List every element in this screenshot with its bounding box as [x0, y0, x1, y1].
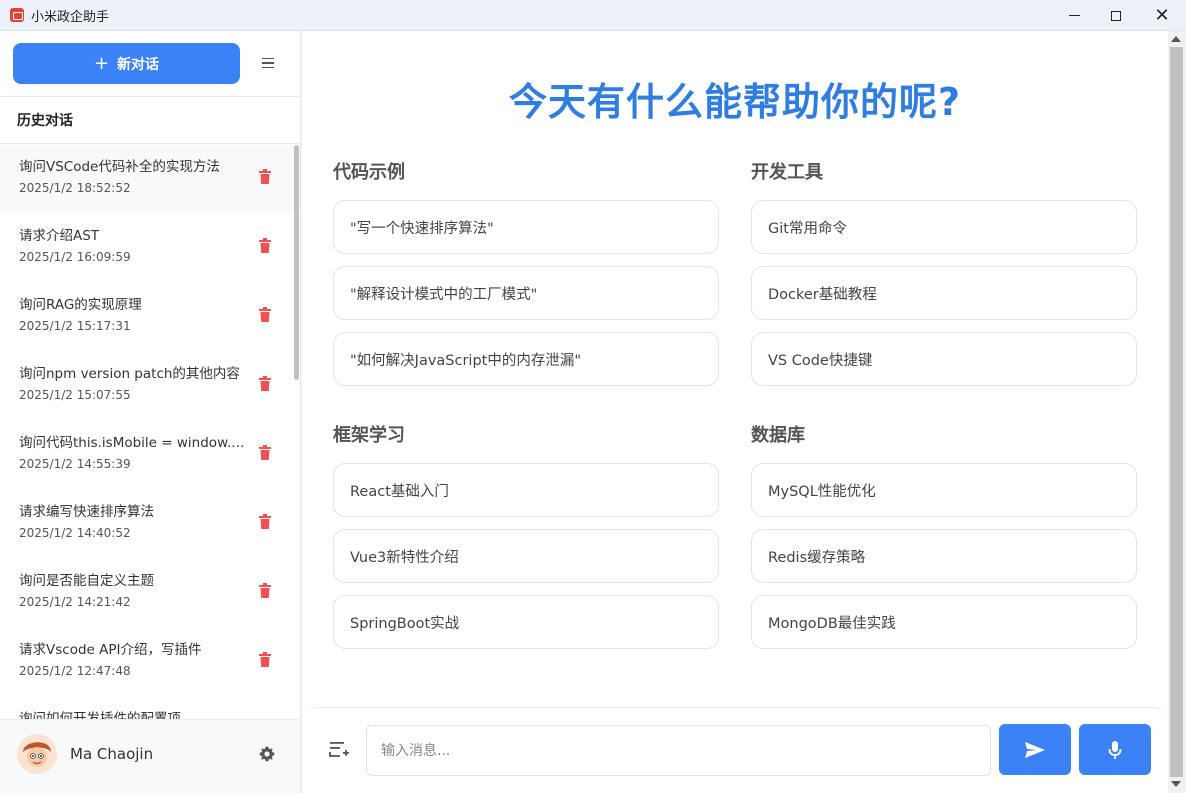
- suggestion-card[interactable]: Git常用命令: [751, 200, 1137, 254]
- suggestion-card[interactable]: "解释设计模式中的工厂模式": [333, 266, 719, 320]
- trash-icon[interactable]: [258, 307, 272, 323]
- add-context-icon[interactable]: [328, 738, 350, 760]
- history-item[interactable]: 询问如何开发插件的配置项: [0, 697, 300, 719]
- category-title-tools: 开发工具: [751, 162, 823, 183]
- history-item[interactable]: 请求介绍AST 2025/1/2 16:09:59: [0, 214, 300, 283]
- suggestion-card[interactable]: MongoDB最佳实践: [751, 595, 1137, 649]
- new-chat-label: 新对话: [117, 56, 160, 73]
- suggestion-card[interactable]: Docker基础教程: [751, 266, 1137, 320]
- trash-icon[interactable]: [258, 583, 272, 599]
- title-bar: 小米政企助手 ✕: [0, 0, 1186, 31]
- history-item-title: 询问代码this.isMobile = window.innerWidth: [19, 435, 247, 451]
- history-item[interactable]: 询问VSCode代码补全的实现方法 2025/1/2 18:52:52: [0, 145, 300, 214]
- maximize-button[interactable]: [1093, 0, 1139, 31]
- suggestion-card[interactable]: "写一个快速排序算法": [333, 200, 719, 254]
- category-title-database: 数据库: [751, 425, 805, 446]
- avatar[interactable]: [17, 734, 57, 774]
- trash-icon[interactable]: [258, 238, 272, 254]
- category-title-code: 代码示例: [333, 162, 405, 183]
- gear-icon[interactable]: [259, 746, 275, 762]
- microphone-icon: [1108, 740, 1122, 759]
- send-button[interactable]: [999, 724, 1071, 775]
- close-icon: ✕: [1154, 4, 1170, 26]
- main-panel: 今天有什么能帮助你的呢? 代码示例 "写一个快速排序算法" "解释设计模式中的工…: [302, 31, 1168, 793]
- message-input[interactable]: [366, 725, 991, 776]
- history-item-title: 询问是否能自定义主题: [19, 573, 154, 589]
- send-icon: [1025, 741, 1045, 758]
- history-item[interactable]: 询问代码this.isMobile = window.innerWidth 20…: [0, 421, 300, 490]
- voice-input-button[interactable]: [1079, 724, 1151, 775]
- history-item-title: 请求介绍AST: [19, 228, 100, 244]
- history-item-title: 询问如何开发插件的配置项: [19, 711, 181, 719]
- minimize-button[interactable]: [1051, 0, 1097, 31]
- history-item[interactable]: 询问RAG的实现原理 2025/1/2 15:17:31: [0, 283, 300, 352]
- user-profile: Ma Chaojin: [0, 719, 300, 793]
- maximize-icon: [1111, 10, 1121, 21]
- plus-icon: +: [93, 52, 110, 74]
- trash-icon[interactable]: [258, 169, 272, 185]
- suggestion-card[interactable]: SpringBoot实战: [333, 595, 719, 649]
- minimize-icon: [1068, 15, 1080, 16]
- history-item[interactable]: 请求Vscode API介绍，写插件 2025/1/2 12:47:48: [0, 628, 300, 697]
- menu-toggle-button[interactable]: [256, 51, 280, 75]
- window-title: 小米政企助手: [31, 9, 110, 25]
- history-list[interactable]: 询问VSCode代码补全的实现方法 2025/1/2 18:52:52 请求介绍…: [0, 145, 300, 719]
- message-composer: [302, 707, 1168, 793]
- history-item-title: 询问npm version patch的其他内容: [19, 366, 240, 382]
- history-item-title: 询问VSCode代码补全的实现方法: [19, 159, 220, 175]
- suggestion-card[interactable]: Vue3新特性介绍: [333, 529, 719, 583]
- new-chat-button[interactable]: + 新对话: [13, 43, 240, 84]
- history-item-title: 请求编写快速排序算法: [19, 504, 154, 520]
- main-scrollbar-thumb[interactable]: [1170, 47, 1183, 777]
- sidebar: + 新对话 历史对话 询问VSCode代码补全的实现方法 2025/1/2 18…: [0, 31, 301, 793]
- close-button[interactable]: ✕: [1139, 0, 1185, 31]
- history-item[interactable]: 请求编写快速排序算法 2025/1/2 14:40:52: [0, 490, 300, 559]
- suggestion-card[interactable]: VS Code快捷键: [751, 332, 1137, 386]
- app-logo-icon: [10, 8, 24, 22]
- suggestion-card[interactable]: Redis缓存策略: [751, 529, 1137, 583]
- history-item-title: 请求Vscode API介绍，写插件: [19, 642, 202, 658]
- history-title: 历史对话: [17, 113, 73, 129]
- scroll-down-arrow-icon[interactable]: [1171, 781, 1181, 787]
- trash-icon[interactable]: [258, 376, 272, 392]
- trash-icon[interactable]: [258, 652, 272, 668]
- history-scrollbar[interactable]: [294, 145, 299, 380]
- trash-icon[interactable]: [258, 445, 272, 461]
- history-item[interactable]: 询问npm version patch的其他内容 2025/1/2 15:07:…: [0, 352, 300, 421]
- page-title: 今天有什么能帮助你的呢?: [508, 80, 962, 124]
- user-name: Ma Chaojin: [70, 745, 154, 763]
- scroll-up-arrow-icon[interactable]: [1171, 36, 1181, 42]
- category-title-frameworks: 框架学习: [333, 425, 405, 446]
- suggestion-card[interactable]: React基础入门: [333, 463, 719, 517]
- history-item-title: 询问RAG的实现原理: [19, 297, 142, 313]
- trash-icon[interactable]: [258, 514, 272, 530]
- suggestion-card[interactable]: "如何解决JavaScript中的内存泄漏": [333, 332, 719, 386]
- history-item[interactable]: 询问是否能自定义主题 2025/1/2 14:21:42: [0, 559, 300, 628]
- suggestion-card[interactable]: MySQL性能优化: [751, 463, 1137, 517]
